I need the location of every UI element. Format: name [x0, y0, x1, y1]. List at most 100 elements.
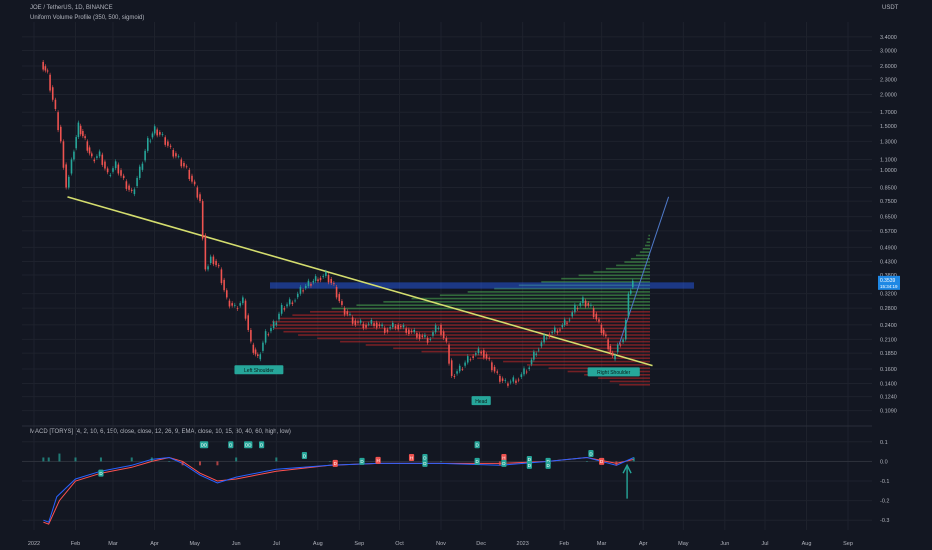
candle-body [169, 145, 172, 147]
candle-body [231, 303, 233, 306]
candle-body [310, 283, 312, 286]
volume-profile-bar [393, 347, 650, 350]
candle-body [480, 351, 482, 354]
candle-body [587, 303, 590, 306]
candle-body [75, 137, 77, 149]
candle-body [525, 371, 528, 373]
volume-profile-bar [648, 234, 650, 237]
macd-histogram-bar [440, 461, 442, 462]
time-tick-label: Feb [71, 541, 80, 547]
volume-profile-bar [647, 238, 650, 240]
candle-body [254, 349, 257, 355]
candle-body [466, 356, 469, 363]
candle-body [429, 339, 432, 340]
macd-series-line [43, 456, 634, 525]
candle-body [325, 271, 327, 276]
candle-body [517, 379, 520, 381]
candle-body [485, 354, 488, 359]
candle-body [212, 256, 215, 265]
candle-body [631, 280, 634, 288]
candle-body [418, 334, 421, 339]
candle-body [330, 278, 333, 284]
candle-body [357, 321, 359, 323]
candle-body [491, 362, 493, 371]
pattern-label: Right Shoulder [597, 370, 630, 376]
candle-body [239, 303, 241, 306]
macd-histogram-bar [585, 461, 588, 462]
candle-body [509, 381, 512, 383]
candle-body [138, 166, 141, 178]
candle-body [327, 274, 330, 283]
candle-body [46, 70, 49, 72]
candle-body [381, 324, 383, 327]
candle-body [161, 134, 164, 135]
candle-body [464, 362, 466, 366]
candle-body [302, 290, 304, 292]
volume-profile-bar [467, 291, 650, 293]
candle-body [156, 129, 158, 136]
candle-body [375, 322, 378, 328]
candle-body [191, 175, 193, 182]
candle-body [141, 163, 144, 170]
volume-profile-bar [503, 360, 650, 363]
candle-body [188, 169, 191, 180]
candle-body [574, 304, 576, 313]
candle-body [543, 335, 545, 343]
candle-body [402, 325, 405, 328]
candle-body [416, 333, 418, 338]
candle-body [117, 164, 120, 174]
volume-profile-bar [439, 294, 650, 297]
candle-body [501, 378, 504, 381]
candle-body [582, 297, 584, 304]
volume-profile-bar [331, 307, 650, 310]
candle-body [504, 380, 507, 382]
chart-canvas[interactable]: DD D DD DDDD D HH DDDDHDDDDDDD 3.40003.00002.6… [0, 0, 932, 550]
candle-body [499, 375, 501, 382]
candle-body [247, 315, 250, 331]
price-tick-label: 3.0000 [880, 49, 897, 55]
candle-body [114, 161, 117, 169]
candle-body [367, 323, 370, 325]
candle-body [472, 356, 474, 358]
macd-marker-label: H [502, 455, 505, 460]
price-tick-label: 0.1400 [880, 381, 897, 387]
candle-body [483, 350, 485, 358]
candle-body [343, 308, 346, 315]
macd-histogram-bar [47, 457, 50, 462]
candle-body [622, 339, 624, 343]
macd-histogram-bar [58, 453, 61, 462]
candle-body [201, 201, 204, 239]
candle-body [627, 293, 630, 317]
macd-histogram-bar [181, 461, 184, 466]
candle-body [283, 308, 286, 310]
macd-histogram-bar [275, 457, 278, 462]
candle-body [177, 156, 180, 158]
candle-body [408, 329, 410, 335]
candle-body [515, 380, 517, 383]
price-tick-label: 1.0000 [880, 168, 897, 174]
candle-body [600, 324, 603, 334]
candle-body [598, 319, 600, 322]
macd-histogram-bar [216, 461, 219, 466]
candle-body [54, 99, 57, 109]
candle-body [312, 280, 315, 283]
candle-body [611, 352, 614, 356]
time-tick-label: Dec [476, 541, 486, 547]
candle-body [537, 349, 540, 351]
candle-body [341, 301, 343, 305]
time-tick-label: Jul [273, 541, 280, 547]
price-tick-label: 1.3000 [880, 139, 897, 145]
price-tick-label: 2.0000 [880, 93, 897, 99]
volume-profile-bar [421, 350, 650, 353]
candle-body [144, 150, 146, 161]
volume-profile-bar [317, 337, 650, 340]
volume-profile-bar [646, 241, 650, 243]
candle-body [584, 300, 587, 307]
candle-body [196, 187, 199, 198]
candle-body [86, 141, 89, 151]
price-tick-label: 1.7000 [880, 110, 897, 116]
macd-histogram-bar [235, 457, 238, 462]
volume-profile-bar [635, 254, 650, 257]
candle-body [149, 140, 152, 142]
candle-body [378, 324, 381, 327]
